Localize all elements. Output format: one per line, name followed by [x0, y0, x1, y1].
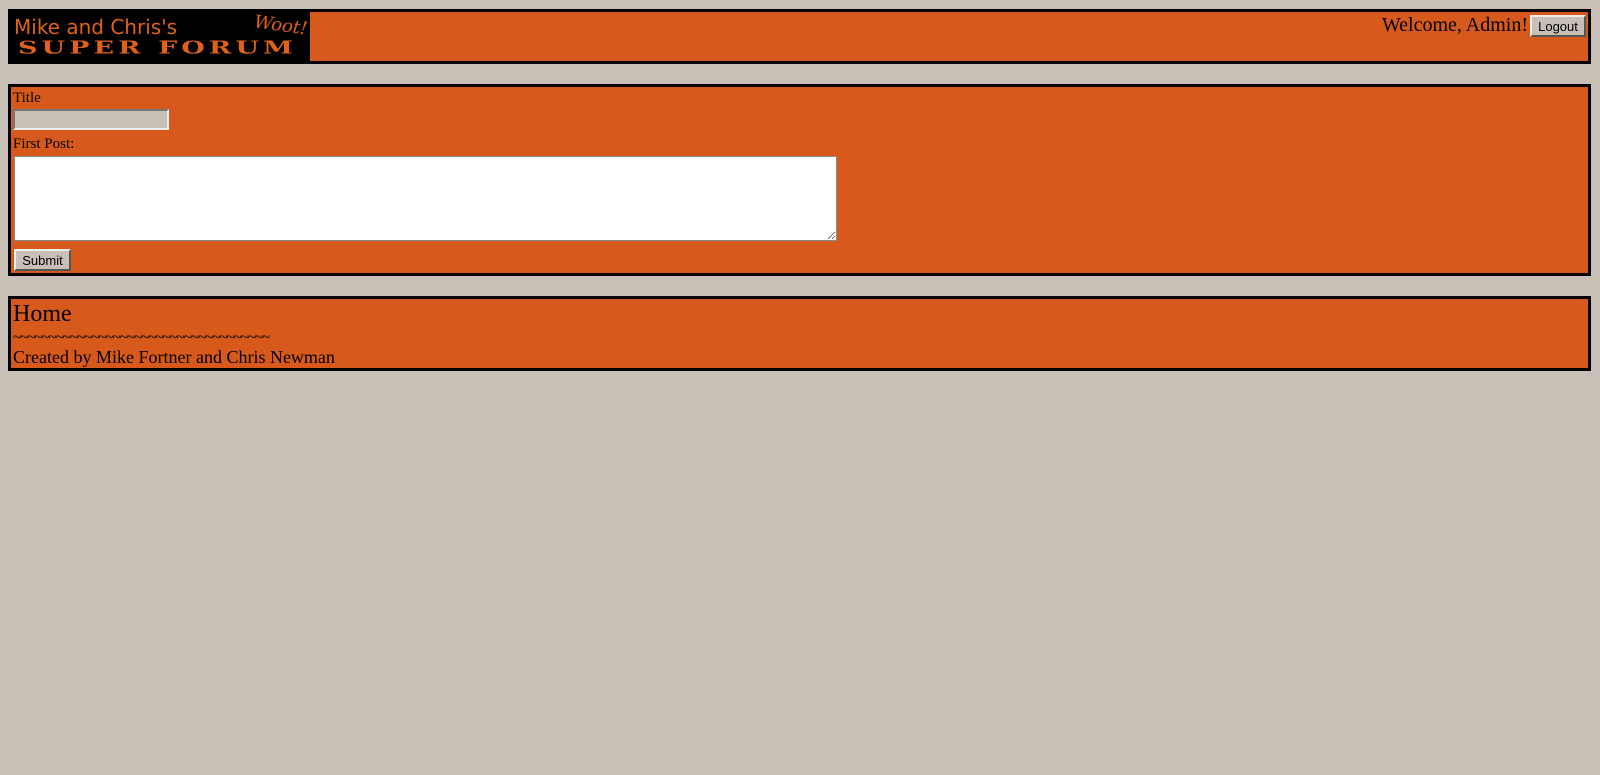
new-thread-form: Title First Post: Submit	[8, 84, 1591, 276]
divider: ~~~~~~~~~~~~~~~~~~~~~~~~~~~~~~~~~~~~	[13, 330, 270, 346]
site-header: Mike and Chris's Woot! SUPER FORUM Welco…	[8, 9, 1591, 64]
site-footer: Home ~~~~~~~~~~~~~~~~~~~~~~~~~~~~~~~~~~~…	[8, 296, 1591, 371]
title-label: Title	[13, 90, 41, 106]
logo-line2: SUPER FORUM	[18, 36, 297, 58]
credits-text: Created by Mike Fortner and Chris Newman	[13, 347, 335, 367]
logout-button[interactable]: Logout	[1530, 15, 1586, 37]
submit-button[interactable]: Submit	[14, 249, 71, 271]
site-logo[interactable]: Mike and Chris's Woot! SUPER FORUM	[11, 12, 310, 61]
first-post-textarea[interactable]	[14, 156, 837, 241]
title-input[interactable]	[13, 109, 169, 130]
welcome-text: Welcome, Admin!	[1381, 14, 1528, 36]
home-link[interactable]: Home	[13, 301, 72, 328]
first-post-label: First Post:	[13, 136, 75, 152]
